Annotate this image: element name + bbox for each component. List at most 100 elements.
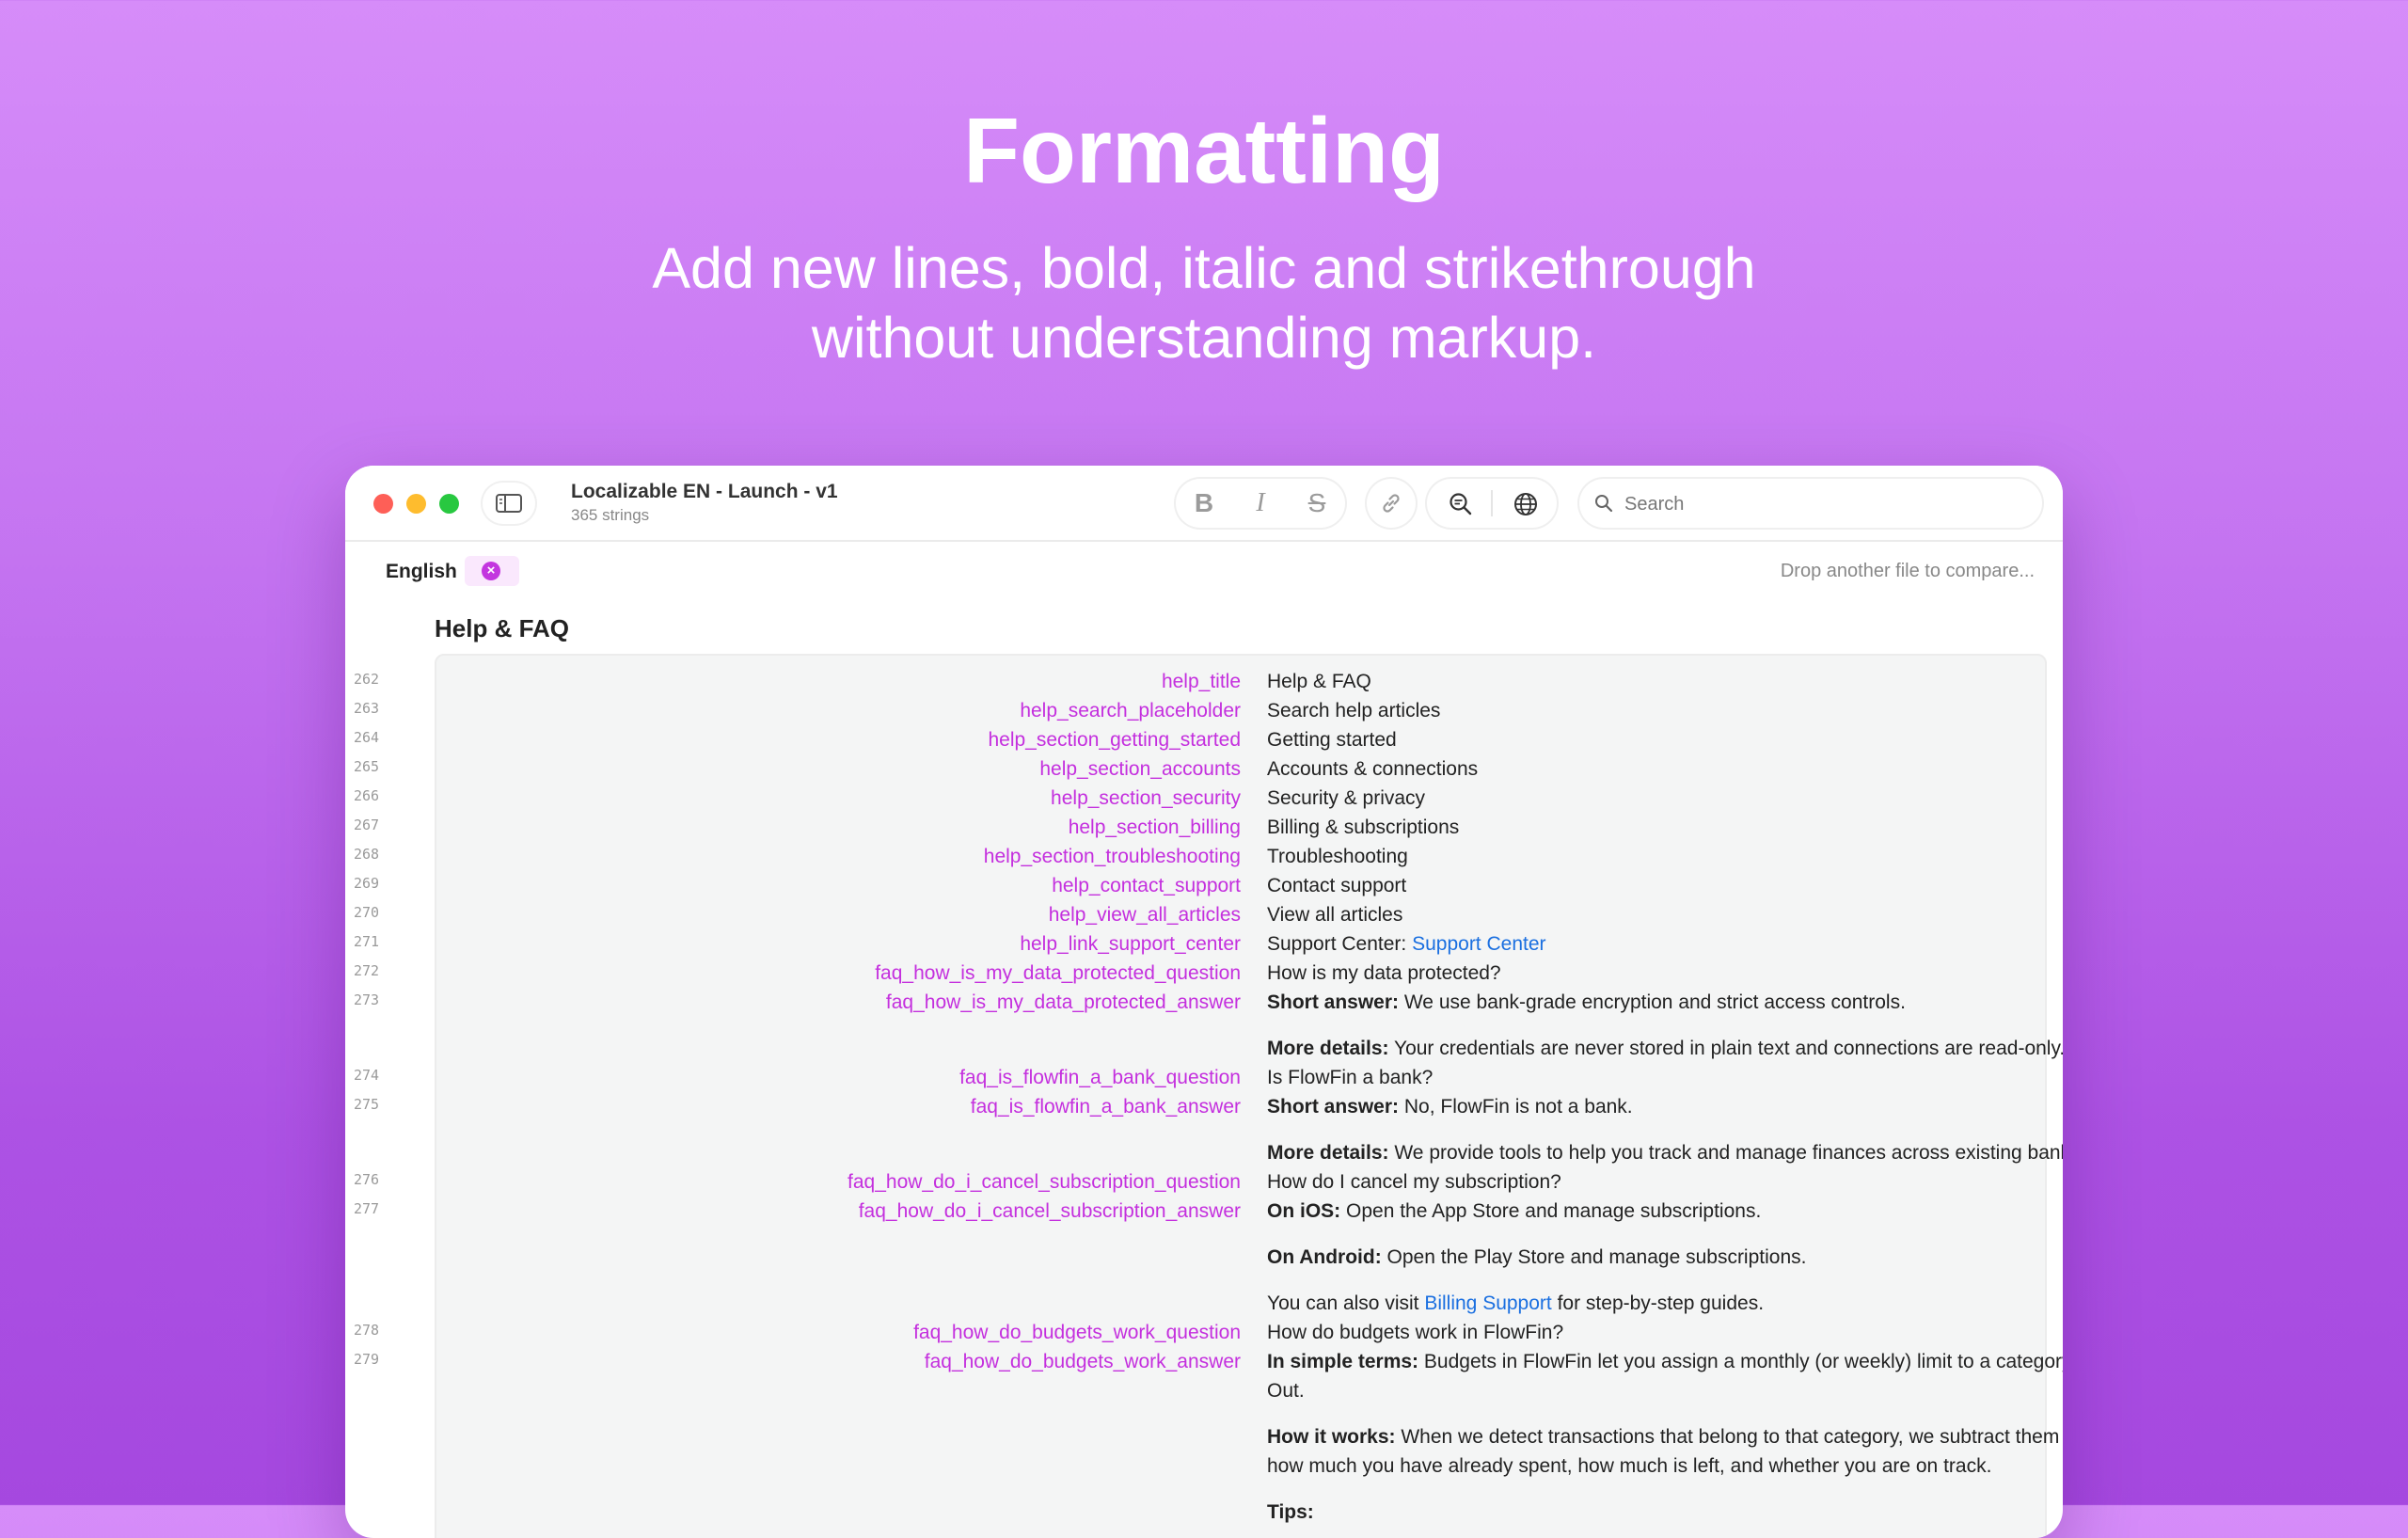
value-text: How do I cancel my subscription? bbox=[1267, 1171, 1561, 1193]
string-key[interactable]: help_title bbox=[449, 667, 1241, 696]
line-number: 277 bbox=[353, 1200, 380, 1217]
value-text: View all articles bbox=[1267, 904, 1403, 926]
line-number: 265 bbox=[353, 758, 380, 775]
string-value[interactable]: View all articles bbox=[1267, 900, 2063, 929]
value-text: How is my data protected? bbox=[1267, 962, 1501, 984]
string-key[interactable]: help_search_placeholder bbox=[449, 696, 1241, 725]
string-key[interactable]: help_section_getting_started bbox=[449, 725, 1241, 754]
string-key[interactable]: help_section_billing bbox=[449, 813, 1241, 842]
line-number: 266 bbox=[353, 787, 380, 804]
line-number: 276 bbox=[353, 1171, 380, 1188]
value-paragraph: You can also visit Billing Support for s… bbox=[1267, 1289, 2063, 1318]
value-paragraph: Contact support bbox=[1267, 871, 2063, 900]
string-key[interactable]: faq_how_do_i_cancel_subscription_questio… bbox=[449, 1167, 1241, 1197]
line-number: 272 bbox=[353, 962, 380, 979]
value-text: Open the App Store and manage subscripti… bbox=[1340, 1200, 1762, 1222]
bold-text: In simple terms: bbox=[1267, 1351, 1419, 1372]
value-paragraph: Is FlowFin a bank? bbox=[1267, 1063, 2063, 1092]
string-value[interactable]: Contact support bbox=[1267, 871, 2063, 900]
string-key[interactable]: faq_how_is_my_data_protected_question bbox=[449, 959, 1241, 988]
bold-text: Short answer: bbox=[1267, 1096, 1400, 1118]
hero-subtitle-line-2: without understanding markup. bbox=[811, 306, 1597, 370]
string-value[interactable]: Short answer: We use bank-grade encrypti… bbox=[1267, 988, 2063, 1063]
value-paragraph: Security & privacy bbox=[1267, 784, 2063, 813]
value-paragraph: On Android: Open the Play Store and mana… bbox=[1267, 1243, 2063, 1272]
value-text: Troubleshooting bbox=[1267, 846, 1408, 867]
string-value[interactable]: On iOS: Open the App Store and manage su… bbox=[1267, 1197, 2063, 1318]
line-number: 279 bbox=[353, 1351, 380, 1368]
string-value[interactable]: How do I cancel my subscription? bbox=[1267, 1167, 2063, 1197]
string-key[interactable]: faq_is_flowfin_a_bank_question bbox=[449, 1063, 1241, 1092]
string-value[interactable]: Accounts & connections bbox=[1267, 754, 2063, 784]
value-paragraph: Billing & subscriptions bbox=[1267, 813, 2063, 842]
string-value[interactable]: Help & FAQ bbox=[1267, 667, 2063, 696]
string-value[interactable]: Search help articles bbox=[1267, 696, 2063, 725]
string-key[interactable]: help_contact_support bbox=[449, 871, 1241, 900]
string-key[interactable]: faq_is_flowfin_a_bank_answer bbox=[449, 1092, 1241, 1121]
value-paragraph: Help & FAQ bbox=[1267, 667, 2063, 696]
inline-link[interactable]: Support Center bbox=[1412, 933, 1545, 955]
value-paragraph: Accounts & connections bbox=[1267, 754, 2063, 784]
string-value[interactable]: Billing & subscriptions bbox=[1267, 813, 2063, 842]
value-paragraph: Short answer: We use bank-grade encrypti… bbox=[1267, 988, 2063, 1017]
app-window: Localizable EN - Launch - v1 365 strings… bbox=[345, 466, 2063, 1538]
line-number: 262 bbox=[353, 671, 380, 688]
line-number: 275 bbox=[353, 1096, 380, 1113]
line-number: 269 bbox=[353, 875, 380, 892]
value-text: Accounts & connections bbox=[1267, 758, 1479, 780]
line-number: 263 bbox=[353, 700, 380, 717]
hero-title: Formatting bbox=[963, 99, 1445, 202]
value-paragraph: Support Center: Support Center bbox=[1267, 929, 2063, 959]
value-paragraph: How is my data protected? bbox=[1267, 959, 2063, 988]
value-text: Support Center: bbox=[1267, 933, 1413, 955]
line-number: 267 bbox=[353, 817, 380, 833]
string-value[interactable]: How do budgets work in FlowFin? bbox=[1267, 1318, 2063, 1347]
string-key[interactable]: faq_how_is_my_data_protected_answer bbox=[449, 988, 1241, 1017]
value-text: Getting started bbox=[1267, 729, 1397, 751]
string-key[interactable]: help_section_security bbox=[449, 784, 1241, 813]
bold-text: How it works: bbox=[1267, 1426, 1396, 1448]
string-key[interactable]: faq_how_do_budgets_work_question bbox=[449, 1318, 1241, 1347]
string-value[interactable]: Getting started bbox=[1267, 725, 2063, 754]
value-paragraph: How do I cancel my subscription? bbox=[1267, 1167, 2063, 1197]
value-text: We provide tools to help you track and m… bbox=[1394, 1142, 2063, 1164]
value-text: Your credentials are never stored in pla… bbox=[1388, 1038, 2063, 1059]
string-key[interactable]: help_link_support_center bbox=[449, 929, 1241, 959]
string-value[interactable]: Troubleshooting bbox=[1267, 842, 2063, 871]
string-value[interactable]: Support Center: Support Center bbox=[1267, 929, 2063, 959]
line-number: 271 bbox=[353, 933, 380, 950]
string-value[interactable]: Short answer: No, FlowFin is not a bank.… bbox=[1267, 1092, 2063, 1167]
value-paragraph: How it works: When we detect transaction… bbox=[1267, 1422, 2063, 1481]
value-text: Open the Play Store and manage subscript… bbox=[1381, 1246, 1807, 1268]
value-paragraph: View all articles bbox=[1267, 900, 2063, 929]
string-key[interactable]: faq_how_do_i_cancel_subscription_answer bbox=[449, 1197, 1241, 1226]
string-value[interactable]: How is my data protected? bbox=[1267, 959, 2063, 988]
value-paragraph: In simple terms: Budgets in FlowFin let … bbox=[1267, 1347, 2063, 1405]
value-paragraph: On iOS: Open the App Store and manage su… bbox=[1267, 1197, 2063, 1226]
string-value[interactable]: Security & privacy bbox=[1267, 784, 2063, 813]
string-value[interactable]: Is FlowFin a bank? bbox=[1267, 1063, 2063, 1092]
value-text: Security & privacy bbox=[1267, 787, 1426, 809]
value-text: How do budgets work in FlowFin? bbox=[1267, 1322, 1564, 1343]
value-text: for step-by-step guides. bbox=[1551, 1292, 1765, 1314]
string-value[interactable]: In simple terms: Budgets in FlowFin let … bbox=[1267, 1347, 2063, 1527]
inline-link[interactable]: Billing Support bbox=[1424, 1292, 1551, 1314]
hero-subtitle: Add new lines, bold, italic and striketh… bbox=[0, 233, 2408, 373]
value-paragraph: More details: Your credentials are never… bbox=[1267, 1034, 2063, 1063]
hero-subtitle-line-1: Add new lines, bold, italic and striketh… bbox=[652, 236, 1756, 300]
bold-text: On iOS: bbox=[1267, 1200, 1341, 1222]
line-number: 278 bbox=[353, 1322, 380, 1339]
value-text: Help & FAQ bbox=[1267, 671, 1371, 692]
line-number: 270 bbox=[353, 904, 380, 921]
string-key[interactable]: help_section_accounts bbox=[449, 754, 1241, 784]
value-text: No, FlowFin is not a bank. bbox=[1399, 1096, 1633, 1118]
value-paragraph: Tips: bbox=[1267, 1498, 2063, 1527]
line-number: 274 bbox=[353, 1067, 380, 1084]
string-key[interactable]: help_view_all_articles bbox=[449, 900, 1241, 929]
bold-text: More details: bbox=[1267, 1142, 1389, 1164]
string-key[interactable]: faq_how_do_budgets_work_answer bbox=[449, 1347, 1241, 1376]
string-key[interactable]: help_section_troubleshooting bbox=[449, 842, 1241, 871]
value-text: Billing & subscriptions bbox=[1267, 817, 1460, 838]
bold-text: Short answer: bbox=[1267, 991, 1400, 1013]
line-number: 273 bbox=[353, 991, 380, 1008]
